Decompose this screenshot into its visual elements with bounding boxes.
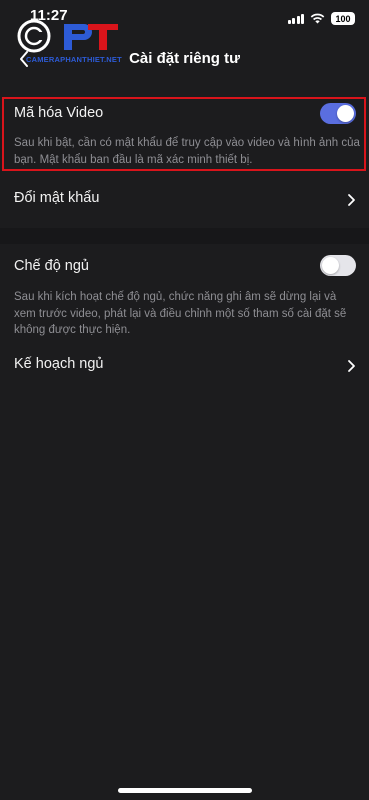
toggle-knob [322,257,339,274]
sleep-mode-description: Sau khi kích hoạt chế độ ngủ, chức năng … [14,291,347,336]
sleep-mode-toggle[interactable] [320,255,356,276]
status-icons: 100 [287,12,355,25]
video-encryption-toggle[interactable] [320,103,356,124]
chevron-right-icon [348,360,355,372]
change-password-row[interactable]: Đổi mật khẩu [0,180,369,220]
page-title: Cài đặt riêng tư [129,50,240,67]
sleep-schedule-label: Kế hoạch ngủ [14,356,104,372]
video-encryption-description: Sau khi bật, cần có mật khẩu để truy cập… [14,137,360,166]
cellular-signal-icon [287,13,304,24]
change-password-label: Đổi mật khẩu [14,190,100,206]
chevron-right-icon [348,194,355,206]
video-encryption-label: Mã hóa Video [14,105,104,121]
battery-icon: 100 [331,12,355,25]
toggle-knob [337,105,354,122]
section-separator [0,228,369,244]
sleep-mode-label: Chế độ ngủ [14,258,89,274]
sleep-schedule-row[interactable]: Kế hoạch ngủ [0,346,369,386]
wifi-icon [310,13,325,24]
home-indicator[interactable] [118,788,252,793]
